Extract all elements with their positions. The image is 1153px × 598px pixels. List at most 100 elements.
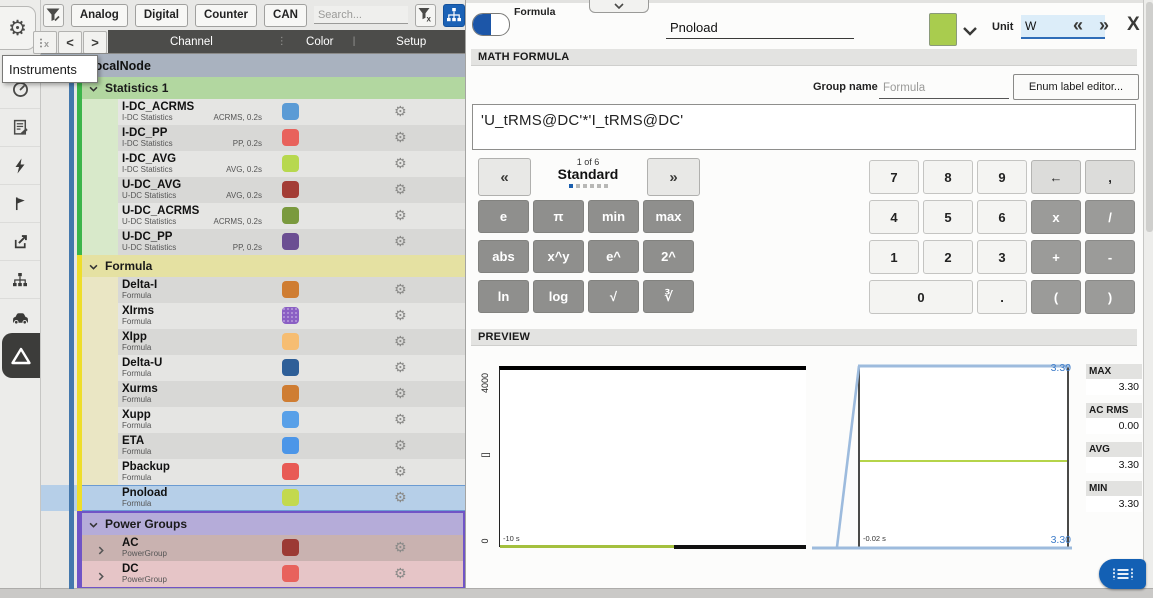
fn-key-2-[interactable]: 2^: [643, 240, 694, 273]
formula-text-input[interactable]: 'U_tRMS@DC'*'I_tRMS@DC': [472, 104, 1136, 150]
report-wrench-icon[interactable]: [0, 108, 40, 146]
channel-row-delta-i[interactable]: Delta-IFormula⚙: [82, 277, 465, 303]
fn-key--[interactable]: √: [588, 280, 639, 313]
num-key--[interactable]: .: [977, 280, 1027, 314]
scrollbar-thumb[interactable]: [1146, 2, 1153, 232]
channel-row-eta[interactable]: ETAFormula⚙: [82, 433, 465, 459]
num-key--[interactable]: ,: [1085, 160, 1135, 194]
fn-key-log[interactable]: log: [533, 280, 584, 313]
channel-settings-gear-icon[interactable]: ⚙: [394, 383, 407, 403]
channel-row-pnoload[interactable]: PnoloadFormula⚙: [82, 485, 465, 511]
channel-color-swatch[interactable]: [282, 281, 299, 298]
channel-settings-gear-icon[interactable]: ⚙: [394, 435, 407, 455]
clear-filter-icon[interactable]: x: [415, 4, 436, 27]
num-key-4[interactable]: 4: [869, 200, 919, 234]
channel-row-xupp[interactable]: XuppFormula⚙: [82, 407, 465, 433]
channel-settings-gear-icon[interactable]: ⚙: [394, 305, 407, 325]
group-header-formula[interactable]: Formula: [82, 255, 465, 277]
tree-root-localnode[interactable]: LocalNode: [41, 53, 465, 77]
column-setup[interactable]: Setup: [357, 36, 465, 48]
num-key--[interactable]: ←: [1031, 160, 1081, 194]
num-key-0[interactable]: 0: [869, 280, 973, 314]
fn-key--[interactable]: ∛: [643, 280, 694, 313]
pad-page-prev-button[interactable]: «: [478, 158, 531, 196]
num-key-5[interactable]: 5: [923, 200, 973, 234]
num-key-1[interactable]: 1: [869, 240, 919, 274]
channel-color-swatch[interactable]: [929, 13, 957, 46]
channel-settings-gear-icon[interactable]: ⚙: [394, 563, 407, 583]
channel-row-xipp[interactable]: XIppFormula⚙: [82, 329, 465, 355]
channel-row-u-dc-avg[interactable]: U-DC_AVGU-DC StatisticsAVG, 0.2s⚙: [82, 177, 465, 203]
channel-settings-gear-icon[interactable]: ⚙: [394, 101, 407, 121]
next-channel-button[interactable]: »: [1099, 14, 1109, 36]
channel-color-swatch[interactable]: [282, 539, 299, 556]
filter-tab-can[interactable]: CAN: [264, 4, 307, 27]
channel-color-swatch[interactable]: [282, 103, 299, 120]
fn-key-e[interactable]: e: [478, 200, 529, 233]
num-key-2[interactable]: 2: [923, 240, 973, 274]
close-button[interactable]: X: [1127, 14, 1140, 36]
channel-row-u-dc-pp[interactable]: U-DC_PPU-DC StatisticsPP, 0.2s⚙: [82, 229, 465, 255]
group-name-input[interactable]: [879, 78, 1009, 99]
channel-row-delta-u[interactable]: Delta-UFormula⚙: [82, 355, 465, 381]
channel-color-swatch[interactable]: [282, 333, 299, 350]
num-key-x[interactable]: x: [1031, 200, 1081, 234]
vehicle-car-icon[interactable]: [0, 298, 40, 336]
filter-tab-counter[interactable]: Counter: [195, 4, 257, 27]
fn-key-max[interactable]: max: [643, 200, 694, 233]
channel-tree-icon[interactable]: [443, 4, 465, 27]
group-header-power-groups[interactable]: Power Groups: [82, 513, 463, 535]
channel-settings-gear-icon[interactable]: ⚙: [394, 461, 407, 481]
channel-row-ac[interactable]: ACPowerGroup⚙: [82, 535, 463, 561]
channel-color-swatch[interactable]: [282, 385, 299, 402]
channel-row-dc[interactable]: DCPowerGroup⚙: [82, 561, 463, 587]
fn-key-abs[interactable]: abs: [478, 240, 529, 273]
channel-settings-gear-icon[interactable]: ⚙: [394, 331, 407, 351]
channel-color-swatch[interactable]: [282, 411, 299, 428]
channel-settings-gear-icon[interactable]: ⚙: [394, 153, 407, 173]
nav-back-button[interactable]: <: [58, 31, 82, 54]
channel-color-swatch[interactable]: [282, 181, 299, 198]
filter-tab-digital[interactable]: Digital: [135, 4, 188, 27]
fn-key-e-[interactable]: e^: [588, 240, 639, 273]
channel-color-swatch[interactable]: [282, 207, 299, 224]
export-icon[interactable]: [0, 222, 40, 260]
num-key--[interactable]: ): [1085, 280, 1135, 314]
expand-chevron-icon[interactable]: [98, 542, 104, 560]
num-key-8[interactable]: 8: [923, 160, 973, 194]
channel-color-swatch[interactable]: [282, 489, 299, 506]
column-channel[interactable]: Channel: [108, 36, 275, 48]
channel-color-swatch[interactable]: [282, 359, 299, 376]
column-divider[interactable]: ⋮: [275, 36, 289, 47]
num-key--[interactable]: -: [1085, 240, 1135, 274]
channel-color-swatch[interactable]: [282, 233, 299, 250]
channel-color-swatch[interactable]: [282, 437, 299, 454]
channel-color-swatch[interactable]: [282, 155, 299, 172]
collapse-panel-tab[interactable]: [589, 0, 649, 13]
channel-name-input[interactable]: [666, 16, 854, 39]
num-key-9[interactable]: 9: [977, 160, 1027, 194]
power-lightning-icon[interactable]: [0, 146, 40, 184]
fn-key-min[interactable]: min: [588, 200, 639, 233]
clear-selection-icon[interactable]: x: [33, 31, 57, 54]
num-key--[interactable]: +: [1031, 240, 1081, 274]
fn-key--[interactable]: π: [533, 200, 584, 233]
color-dropdown-chevron-icon[interactable]: [962, 23, 978, 41]
channel-row-u-dc-acrms[interactable]: U-DC_ACRMSU-DC StatisticsACRMS, 0.2s⚙: [82, 203, 465, 229]
channel-settings-gear-icon[interactable]: ⚙: [394, 179, 407, 199]
channel-settings-gear-icon[interactable]: ⚙: [394, 127, 407, 147]
delta-triangle-icon[interactable]: [2, 333, 40, 378]
search-input[interactable]: [314, 6, 408, 24]
num-key--[interactable]: (: [1031, 280, 1081, 314]
expand-chevron-icon[interactable]: [98, 568, 104, 586]
channel-row-i-dc-avg[interactable]: I-DC_AVGI-DC StatisticsAVG, 0.2s⚙: [82, 151, 465, 177]
flag-icon[interactable]: [0, 184, 40, 222]
channel-row-i-dc-acrms[interactable]: I-DC_ACRMSI-DC StatisticsACRMS, 0.2s⚙: [82, 99, 465, 125]
channel-color-swatch[interactable]: [282, 463, 299, 480]
channel-settings-gear-icon[interactable]: ⚙: [394, 205, 407, 225]
channel-row-pbackup[interactable]: PbackupFormula⚙: [82, 459, 465, 485]
channel-settings-gear-icon[interactable]: ⚙: [394, 231, 407, 251]
channel-row-xirms[interactable]: XIrmsFormula⚙: [82, 303, 465, 329]
settings-gear-icon[interactable]: ⚙: [0, 6, 36, 50]
vertical-scrollbar[interactable]: [1143, 0, 1153, 588]
